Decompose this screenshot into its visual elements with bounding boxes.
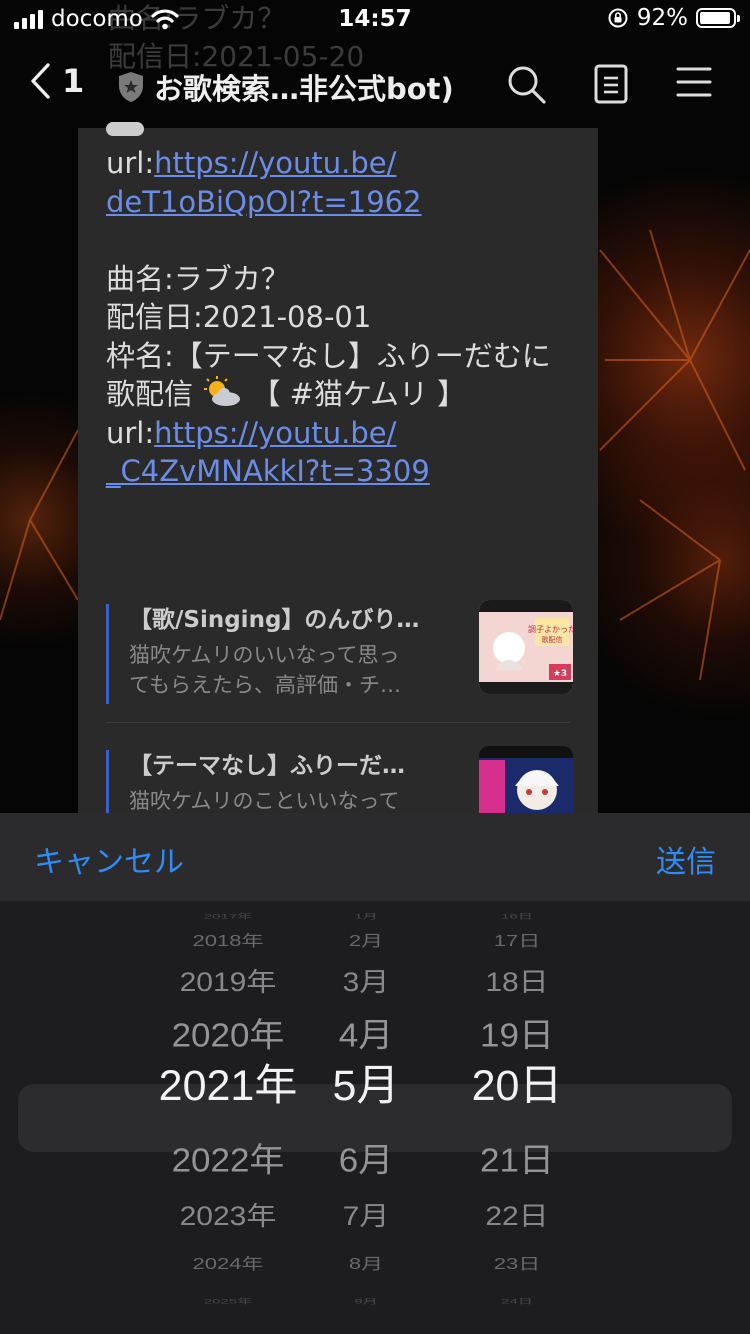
month-option[interactable]: 1月 bbox=[314, 912, 418, 921]
chat-header: 1 お歌検索…非公式bot) bbox=[0, 50, 750, 120]
month-option[interactable]: 5月 bbox=[314, 1056, 418, 1116]
year-wheel[interactable]: 2017年 2018年 2019年 2020年 2021年 2022年 2023年 2024年… bbox=[138, 901, 318, 1334]
month-option[interactable]: 9月 bbox=[314, 1297, 418, 1306]
month-option[interactable]: 3月 bbox=[314, 965, 418, 1002]
menu-icon[interactable] bbox=[676, 64, 712, 100]
picker-toolbar: キャンセル 送信 bbox=[0, 813, 750, 901]
notes-icon[interactable] bbox=[594, 64, 628, 104]
day-option[interactable]: 18日 bbox=[458, 965, 576, 1002]
cancel-button[interactable]: キャンセル bbox=[34, 837, 184, 881]
date-picker-wheels[interactable]: 2017年 2018年 2019年 2020年 2021年 2022年 2023年 2024年… bbox=[0, 901, 750, 1334]
link-preview-card[interactable]: 【歌/Singing】のんびり… 猫吹ケムリのいいなって思っ てもらえたら、高評… bbox=[106, 600, 573, 704]
orientation-lock-icon bbox=[608, 8, 628, 28]
year-option[interactable]: 2023年 bbox=[138, 1199, 318, 1236]
day-option[interactable]: 24日 bbox=[458, 1297, 576, 1306]
year-option[interactable]: 2020年 bbox=[138, 1012, 318, 1059]
date-line: 配信日:2021-08-01 bbox=[106, 300, 372, 334]
send-button[interactable]: 送信 bbox=[656, 837, 716, 881]
youtube-link-2a[interactable]: https://youtu.be/ bbox=[154, 416, 396, 450]
chat-title-text: お歌検索…非公式bot) bbox=[154, 72, 454, 106]
date-picker-sheet: キャンセル 送信 2017年 2018年 2019年 2020年 2021年 2022年 2… bbox=[0, 813, 750, 1334]
preview-thumbnail: 調子よかった 歌配信 ★3 bbox=[479, 600, 573, 694]
youtube-link-1a[interactable]: https://youtu.be/ bbox=[154, 146, 396, 180]
day-option[interactable]: 17日 bbox=[458, 931, 576, 953]
preview-description: 猫吹ケムリのこといいなって bbox=[129, 786, 449, 816]
preview-description: 猫吹ケムリのいいなって思っ てもらえたら、高評価・チ… bbox=[129, 640, 449, 700]
cloud-emoji-row bbox=[106, 122, 576, 144]
unread-count: 1 bbox=[62, 62, 85, 100]
status-right: 92% bbox=[607, 5, 740, 31]
preview-desc-line: 猫吹ケムリのいいなって思っ bbox=[129, 643, 400, 667]
day-option[interactable]: 22日 bbox=[458, 1199, 576, 1236]
month-option[interactable]: 7月 bbox=[314, 1199, 418, 1236]
year-option[interactable]: 2021年 bbox=[138, 1056, 318, 1116]
search-icon[interactable] bbox=[506, 64, 548, 106]
url-line-1: url:https://youtu.be/ bbox=[106, 144, 576, 183]
year-option[interactable]: 2022年 bbox=[138, 1137, 318, 1184]
back-button[interactable]: 1 bbox=[28, 62, 84, 100]
preview-desc-line: 猫吹ケムリのこといいなって bbox=[129, 789, 400, 813]
youtube-link-1b[interactable]: deT1oBiQpOI?t=1962 bbox=[106, 185, 422, 219]
status-bar: docomo 14:57 92% bbox=[0, 0, 750, 42]
year-option[interactable]: 2019年 bbox=[138, 965, 318, 1002]
month-wheel[interactable]: 1月 2月 3月 4月 5月 6月 7月 8月 9月 bbox=[314, 901, 418, 1334]
month-option[interactable]: 8月 bbox=[314, 1254, 418, 1276]
day-option[interactable]: 20日 bbox=[458, 1056, 576, 1116]
preview-divider bbox=[106, 722, 570, 723]
day-option[interactable]: 21日 bbox=[458, 1137, 576, 1184]
year-option[interactable]: 2024年 bbox=[138, 1254, 318, 1276]
battery-icon bbox=[696, 8, 740, 28]
preview-title: 【歌/Singing】のんびり… bbox=[129, 607, 420, 633]
year-option[interactable]: 2017年 bbox=[138, 912, 318, 921]
url-label-2: url: bbox=[106, 415, 155, 450]
thumb-badge: ★3 bbox=[553, 669, 567, 679]
chevron-left-icon bbox=[31, 63, 50, 99]
youtube-link-2b[interactable]: _C4ZvMNAkkI?t=3309 bbox=[106, 454, 430, 488]
battery-percent: 92% bbox=[636, 5, 688, 31]
url-label: url: bbox=[106, 146, 155, 180]
preview-title: 【テーマなし】ふりーだ… bbox=[129, 753, 405, 779]
official-badge-icon bbox=[119, 72, 143, 102]
hashtag-text: 【 #猫ケムリ 】 bbox=[251, 377, 467, 411]
day-wheel[interactable]: 16日 17日 18日 19日 20日 21日 22日 23日 24日 bbox=[458, 901, 576, 1334]
year-option[interactable]: 2018年 bbox=[138, 931, 318, 953]
frame-line-a: 枠名:【テーマなし】ふりーだむに bbox=[106, 338, 551, 373]
month-option[interactable]: 6月 bbox=[314, 1137, 418, 1184]
frame-line-b: 歌配信 【 #猫ケムリ 】 bbox=[106, 375, 576, 414]
thumb-text-2: 歌配信 bbox=[542, 635, 563, 644]
thumb-text-1: 調子よかった bbox=[528, 624, 573, 634]
day-option[interactable]: 23日 bbox=[458, 1254, 576, 1276]
month-option[interactable]: 4月 bbox=[314, 1012, 418, 1059]
year-option[interactable]: 2025年 bbox=[138, 1297, 318, 1306]
cloud-emoji-icon bbox=[106, 122, 144, 136]
message-bubble: url:https://youtu.be/ deT1oBiQpOI?t=1962… bbox=[78, 122, 598, 840]
day-option[interactable]: 19日 bbox=[458, 1012, 576, 1059]
preview-desc-line: てもらえたら、高評価・チ… bbox=[129, 673, 401, 697]
frame-line-b-text: 歌配信 bbox=[106, 377, 194, 411]
message-text: url:https://youtu.be/ deT1oBiQpOI?t=1962… bbox=[106, 122, 576, 491]
month-option[interactable]: 2月 bbox=[314, 931, 418, 953]
chat-title[interactable]: お歌検索…非公式bot) bbox=[116, 66, 454, 108]
song-line: 曲名:ラブカ？ bbox=[106, 261, 290, 296]
day-option[interactable]: 16日 bbox=[458, 912, 576, 921]
sun-behind-cloud-icon bbox=[204, 376, 241, 406]
url-line-2: url:https://youtu.be/ bbox=[106, 414, 576, 453]
